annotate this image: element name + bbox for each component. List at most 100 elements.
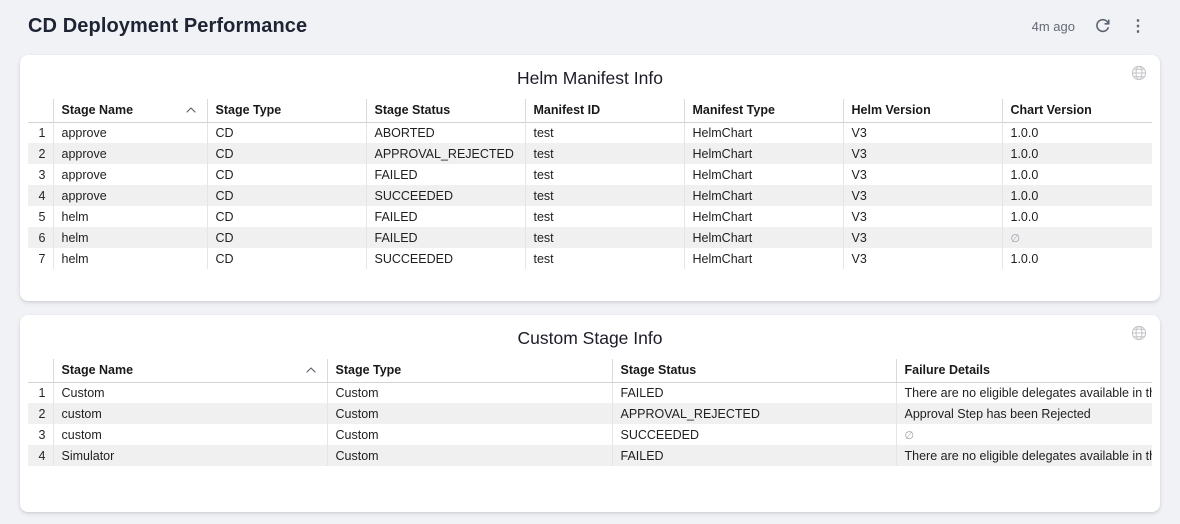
column-header-label: Stage Name [62,363,134,377]
table-cell: approve [53,122,207,143]
page-title: CD Deployment Performance [28,15,307,38]
table-cell: CD [207,122,366,143]
table-cell: V3 [843,143,1002,164]
table-cell: 1.0.0 [1002,164,1152,185]
table-cell: Custom [53,382,327,403]
table-cell: HelmChart [684,164,843,185]
table-cell: approve [53,164,207,185]
table-row: 2approveCDAPPROVAL_REJECTEDtestHelmChart… [28,143,1152,164]
column-header-stage-type[interactable]: Stage Type [327,359,612,382]
table-cell: test [525,185,684,206]
column-header-label: Helm Version [852,103,931,117]
globe-icon[interactable] [1131,325,1147,346]
table-cell: FAILED [612,382,896,403]
custom-stage-info-tile: Custom Stage Info Stage NameStage TypeSt… [20,315,1160,512]
sort-asc-icon [186,107,196,113]
table-cell: 1.0.0 [1002,248,1152,269]
table-cell: FAILED [366,206,525,227]
table-cell: APPROVAL_REJECTED [366,143,525,164]
table-header-row: Stage NameStage TypeStage StatusManifest… [28,99,1152,122]
table-row: 2customCustomAPPROVAL_REJECTEDApproval S… [28,403,1152,424]
table-cell: Custom [327,382,612,403]
table-cell: Custom [327,424,612,445]
table-cell: CD [207,185,366,206]
table-row: 4SimulatorCustomFAILEDThere are no eligi… [28,445,1152,466]
column-header-stage-name[interactable]: Stage Name [53,99,207,122]
table-cell: 1.0.0 [1002,185,1152,206]
column-header-stage-status[interactable]: Stage Status [366,99,525,122]
dashboard-header: CD Deployment Performance 4m ago ⋮ [0,0,1180,44]
table-cell: HelmChart [684,227,843,248]
null-value-glyph: ∅ [1011,233,1021,245]
table-cell: HelmChart [684,185,843,206]
table-cell: CD [207,206,366,227]
custom-stage-table: Stage Name Stage Type Stage Status Failure … [28,359,1152,466]
table-cell: SUCCEEDED [366,248,525,269]
table-row: 7helmCDSUCCEEDEDtestHelmChartV31.0.0 [28,248,1152,269]
table-row: 1CustomCustomFAILEDThere are no eligible… [28,382,1152,403]
table-cell: HelmChart [684,143,843,164]
row-number: 4 [28,185,53,206]
column-header-label: Manifest Type [693,103,775,117]
row-number: 7 [28,248,53,269]
table-cell: helm [53,206,207,227]
table-cell: custom [53,424,327,445]
table-row: 1approveCDABORTEDtestHelmChartV31.0.0 [28,122,1152,143]
column-header-label: Chart Version [1011,103,1092,117]
column-header-manifest-id[interactable]: Manifest ID [525,99,684,122]
sort-asc-icon [306,367,316,373]
table-cell: CD [207,164,366,185]
globe-icon[interactable] [1131,65,1147,86]
column-header-stage-status[interactable]: Stage Status [612,359,896,382]
table-cell: CD [207,248,366,269]
helm-manifest-table: Stage NameStage TypeStage StatusManifest… [28,99,1152,269]
column-header-stage-type[interactable]: Stage Type [207,99,366,122]
table-cell: ABORTED [366,122,525,143]
table-cell: HelmChart [684,206,843,227]
column-header-failure-details[interactable]: Failure Details [896,359,1152,382]
row-number: 1 [28,122,53,143]
row-number: 3 [28,164,53,185]
table-cell: test [525,227,684,248]
table-cell: SUCCEEDED [366,185,525,206]
header-actions: 4m ago ⋮ [1032,18,1146,35]
refresh-icon[interactable] [1094,18,1111,35]
column-header-label: Stage Type [216,103,282,117]
table-cell: V3 [843,248,1002,269]
table-cell: V3 [843,185,1002,206]
table-cell: approve [53,185,207,206]
row-number: 2 [28,403,53,424]
column-header-label: Stage Status [621,363,697,377]
column-header-stage-name[interactable]: Stage Name [53,359,327,382]
table-cell: 1.0.0 [1002,143,1152,164]
row-number: 5 [28,206,53,227]
table-cell: There are no eligible delegates availabl… [896,445,1152,466]
column-header-manifest-type[interactable]: Manifest Type [684,99,843,122]
table-cell: There are no eligible delegates availabl… [896,382,1152,403]
table-cell: CD [207,227,366,248]
table-header-row: Stage Name Stage Type Stage Status Failure … [28,359,1152,382]
helm-manifest-info-tile: Helm Manifest Info Stage NameStage TypeS… [20,55,1160,301]
table-cell: FAILED [366,164,525,185]
row-number: 3 [28,424,53,445]
table-cell: ∅ [896,424,1152,445]
table-cell: custom [53,403,327,424]
table-cell: helm [53,227,207,248]
table-cell: V3 [843,164,1002,185]
table-cell: Custom [327,403,612,424]
table-cell: CD [207,143,366,164]
column-header-chart-version[interactable]: Chart Version [1002,99,1152,122]
column-header-helm-version[interactable]: Helm Version [843,99,1002,122]
table-cell: HelmChart [684,122,843,143]
table-cell: Simulator [53,445,327,466]
table-cell: APPROVAL_REJECTED [612,403,896,424]
row-number: 4 [28,445,53,466]
table-cell: approve [53,143,207,164]
table-row: 5helmCDFAILEDtestHelmChartV31.0.0 [28,206,1152,227]
row-number-header [28,359,53,382]
kebab-menu-icon[interactable]: ⋮ [1130,19,1146,35]
table-row: 6helmCDFAILEDtestHelmChartV3∅ [28,227,1152,248]
table-cell: SUCCEEDED [612,424,896,445]
column-header-label: Failure Details [905,363,990,377]
table-cell: test [525,164,684,185]
